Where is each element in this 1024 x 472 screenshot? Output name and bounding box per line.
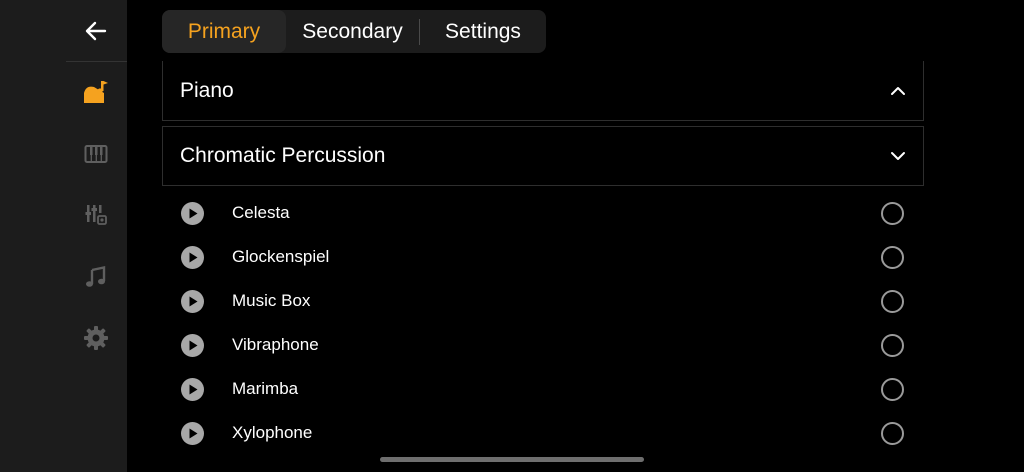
sidebar-divider bbox=[66, 61, 127, 62]
play-button[interactable] bbox=[181, 289, 204, 313]
select-radio[interactable] bbox=[881, 289, 904, 313]
play-icon bbox=[189, 428, 197, 438]
music-note-icon bbox=[86, 266, 106, 287]
list-item: Celesta bbox=[162, 191, 924, 235]
play-icon bbox=[189, 296, 197, 306]
back-button[interactable] bbox=[76, 11, 116, 51]
list-item: Vibraphone bbox=[162, 323, 924, 367]
section-chromatic-percussion[interactable]: Chromatic Percussion bbox=[162, 126, 924, 186]
mixer-icon bbox=[85, 205, 107, 225]
tab-secondary[interactable]: Secondary bbox=[286, 10, 419, 53]
instrument-name: Xylophone bbox=[232, 423, 313, 442]
instrument-name: Marimba bbox=[232, 379, 299, 398]
play-button[interactable] bbox=[181, 201, 204, 225]
play-button[interactable] bbox=[181, 333, 204, 357]
section-piano[interactable]: Piano bbox=[162, 61, 924, 121]
tab-bar: Primary Secondary Settings bbox=[162, 10, 546, 53]
play-button[interactable] bbox=[181, 245, 204, 269]
sidebar-item-music[interactable] bbox=[76, 257, 116, 297]
sidebar-item-settings[interactable] bbox=[76, 318, 116, 358]
sidebar-item-mixer[interactable] bbox=[76, 195, 116, 235]
play-icon bbox=[189, 252, 197, 262]
play-icon bbox=[189, 208, 197, 218]
list-item: Marimba bbox=[162, 367, 924, 411]
gear-icon bbox=[84, 326, 108, 350]
keyboard-icon bbox=[84, 145, 108, 163]
play-icon bbox=[189, 340, 197, 350]
play-button[interactable] bbox=[181, 421, 204, 445]
back-arrow-icon bbox=[85, 21, 107, 41]
sidebar bbox=[0, 0, 127, 472]
section-title: Chromatic Percussion bbox=[180, 144, 386, 167]
select-radio[interactable] bbox=[881, 333, 904, 357]
list-item: Xylophone bbox=[162, 411, 924, 455]
tab-settings[interactable]: Settings bbox=[420, 10, 546, 53]
section-title: Piano bbox=[180, 78, 234, 102]
select-radio[interactable] bbox=[881, 377, 904, 401]
select-radio[interactable] bbox=[881, 201, 904, 225]
chevron-down-icon bbox=[891, 152, 905, 160]
tab-primary[interactable]: Primary bbox=[162, 10, 286, 53]
sidebar-item-keyboard[interactable] bbox=[76, 134, 116, 174]
instrument-name: Celesta bbox=[232, 203, 290, 222]
play-icon bbox=[189, 384, 197, 394]
chevron-up-icon bbox=[891, 86, 905, 95]
list-item: Glockenspiel bbox=[162, 235, 924, 279]
home-indicator[interactable] bbox=[380, 457, 644, 462]
select-radio[interactable] bbox=[881, 245, 904, 269]
play-button[interactable] bbox=[181, 377, 204, 401]
instrument-name: Vibraphone bbox=[232, 335, 319, 354]
list-item: Music Box bbox=[162, 279, 924, 323]
instrument-name: Glockenspiel bbox=[232, 247, 330, 266]
select-radio[interactable] bbox=[881, 421, 904, 445]
instrument-icon bbox=[84, 81, 108, 103]
instrument-name: Music Box bbox=[232, 291, 311, 310]
sidebar-item-instruments[interactable] bbox=[76, 72, 116, 112]
